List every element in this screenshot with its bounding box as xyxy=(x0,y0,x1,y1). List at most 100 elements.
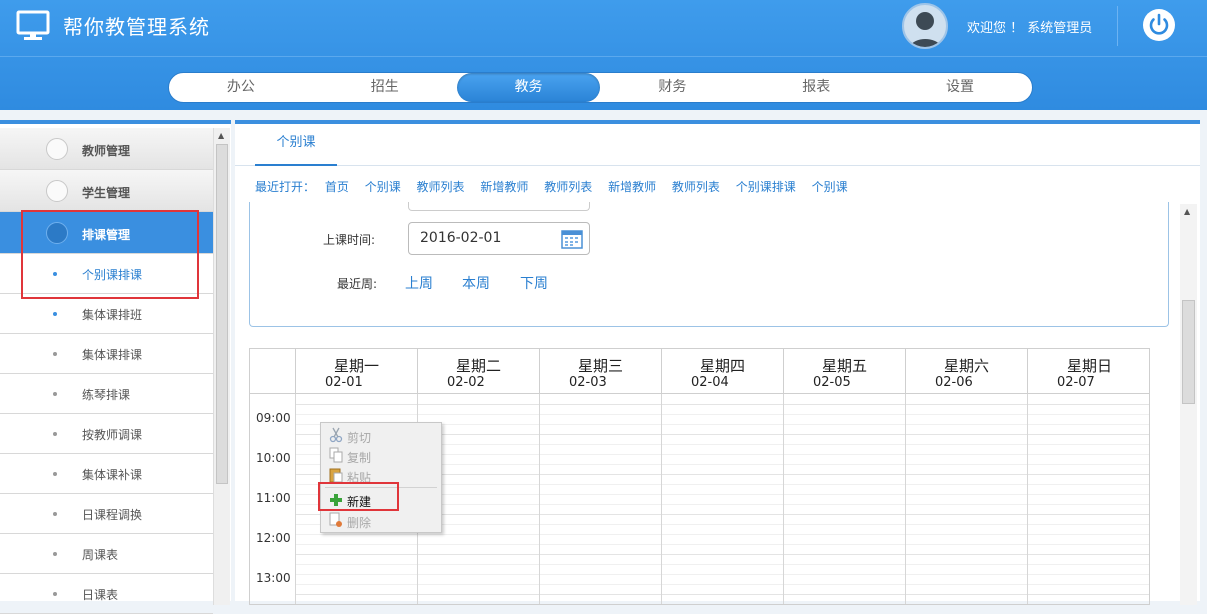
calendar-header: 星期一 02-01 星期二 02-02 星期三 02-03 星期四 02-04 … xyxy=(250,349,1149,394)
user-icon xyxy=(909,12,943,47)
sidebar-item-group-scheduling[interactable]: 集体课排课 xyxy=(0,334,213,374)
highlight-box xyxy=(21,210,199,299)
recent-link[interactable]: 教师列表 xyxy=(544,180,592,194)
bullet-icon xyxy=(53,512,57,516)
scroll-up-icon[interactable]: ▲ xyxy=(218,131,224,140)
column-line xyxy=(539,394,540,604)
menu-item-label: 删除 xyxy=(347,516,372,530)
filter-panel: 上课时间: 2016-02-01 最近周: 上周 本周 下周 xyxy=(249,202,1169,327)
recent-link[interactable]: 个别课 xyxy=(812,180,848,194)
grid-line xyxy=(296,594,1149,595)
recent-link[interactable]: 新增教师 xyxy=(608,180,656,194)
this-week-link[interactable]: 本周 xyxy=(462,273,490,293)
column-line xyxy=(295,394,296,604)
scroll-up-icon[interactable]: ▲ xyxy=(1184,207,1190,216)
recent-link[interactable]: 个别课排课 xyxy=(736,180,796,194)
nav-finance[interactable]: 财务 xyxy=(600,73,744,102)
sidebar-item-makeup-class[interactable]: 集体课补课 xyxy=(0,454,213,494)
day-name: 星期六 xyxy=(943,357,989,375)
sidebar-item-teacher-adjust[interactable]: 按教师调课 xyxy=(0,414,213,454)
tab-individual-class[interactable]: 个别课 xyxy=(255,128,337,166)
sidebar-scrollbar[interactable]: ▲ xyxy=(213,128,230,605)
day-header: 星期四 02-04 xyxy=(661,349,783,394)
bullet-icon xyxy=(53,352,57,356)
sidebar-group-teachers[interactable]: 教师管理 xyxy=(0,128,213,170)
time-label: 12:00 xyxy=(256,531,291,545)
recent-link[interactable]: 教师列表 xyxy=(672,180,720,194)
time-label: 09:00 xyxy=(256,411,291,425)
sidebar-item-daily-swap[interactable]: 日课程调换 xyxy=(0,494,213,534)
day-name: 星期日 xyxy=(1066,357,1112,375)
tab-bar: 个别课 xyxy=(235,128,1200,166)
nav-enrollment[interactable]: 招生 xyxy=(313,73,457,102)
time-label: 13:00 xyxy=(256,571,291,585)
sidebar-menu: 教师管理 学生管理 排课管理 个别课排课 集体课排班 集体课排课 练琴排课 按教… xyxy=(0,128,213,614)
copy-icon xyxy=(329,447,343,463)
sidebar-item-label: 练琴排课 xyxy=(82,388,131,402)
delete-icon xyxy=(329,512,342,527)
sidebar-item-label: 日课表 xyxy=(82,588,119,602)
sidebar-item-weekly-timetable[interactable]: 周课表 xyxy=(0,534,213,574)
day-header: 星期日 02-07 xyxy=(1027,349,1149,394)
bullet-icon xyxy=(53,592,57,596)
day-name: 星期一 xyxy=(333,357,379,375)
sidebar-item-group-class[interactable]: 集体课排班 xyxy=(0,294,213,334)
grid-line xyxy=(296,544,1149,545)
recent-link[interactable]: 新增教师 xyxy=(480,180,528,194)
day-date: 02-05 xyxy=(813,375,851,390)
sidebar-item-daily-timetable[interactable]: 日课表 xyxy=(0,574,213,614)
scrollbar-thumb[interactable] xyxy=(216,144,228,484)
week-label: 最近周: xyxy=(337,277,378,291)
main-scrollbar[interactable]: ▲ xyxy=(1180,204,1197,605)
column-line xyxy=(1027,394,1028,604)
sidebar: 教师管理 学生管理 排课管理 个别课排课 集体课排班 集体课排课 练琴排课 按教… xyxy=(0,120,231,614)
bullet-icon xyxy=(53,472,57,476)
sidebar-item-label: 集体课补课 xyxy=(82,468,143,482)
menu-item-label: 剪切 xyxy=(347,431,372,445)
recent-link[interactable]: 教师列表 xyxy=(417,180,465,194)
nav-office[interactable]: 办公 xyxy=(169,73,313,102)
avatar[interactable] xyxy=(902,3,948,49)
sidebar-item-label: 周课表 xyxy=(82,548,119,562)
grid-line xyxy=(296,534,1149,535)
time-label: 11:00 xyxy=(256,491,291,505)
grid-line xyxy=(296,554,1149,555)
logout-button[interactable] xyxy=(1143,9,1175,41)
date-value: 2016-02-01 xyxy=(420,230,502,246)
sidebar-item-label: 日课程调换 xyxy=(82,508,143,522)
recent-link[interactable]: 首页 xyxy=(325,180,349,194)
day-date: 02-02 xyxy=(447,375,485,390)
bullet-icon xyxy=(53,392,57,396)
sidebar-group-label: 教师管理 xyxy=(82,144,131,158)
day-date: 02-04 xyxy=(691,375,729,390)
nav-reports[interactable]: 报表 xyxy=(744,73,888,102)
sidebar-item-label: 按教师调课 xyxy=(82,428,143,442)
menu-item-label: 复制 xyxy=(347,451,372,465)
highlight-box xyxy=(318,482,399,511)
scrolled-field[interactable] xyxy=(408,202,590,211)
scissors-icon xyxy=(329,427,343,443)
day-header: 星期一 02-01 xyxy=(295,349,417,394)
prev-week-link[interactable]: 上周 xyxy=(405,273,433,293)
time-label: 10:00 xyxy=(256,451,291,465)
power-icon xyxy=(1149,13,1169,35)
sidebar-group-students[interactable]: 学生管理 xyxy=(0,170,213,212)
nav-academic[interactable]: 教务 xyxy=(456,73,601,102)
sidebar-item-practice-scheduling[interactable]: 练琴排课 xyxy=(0,374,213,414)
date-label: 上课时间: xyxy=(323,233,376,247)
paste-icon xyxy=(329,468,343,483)
recent-links: 最近打开： 首页 个别课 教师列表 新增教师 教师列表 新增教师 教师列表 个别… xyxy=(255,178,860,195)
date-input[interactable]: 2016-02-01 xyxy=(408,222,590,255)
day-name: 星期四 xyxy=(699,357,745,375)
day-date: 02-03 xyxy=(569,375,607,390)
calendar-icon[interactable] xyxy=(561,228,583,249)
grid-line xyxy=(296,584,1149,585)
recent-link[interactable]: 个别课 xyxy=(365,180,401,194)
scrollbar-thumb[interactable] xyxy=(1182,300,1195,404)
next-week-link[interactable]: 下周 xyxy=(520,273,548,293)
grid-line xyxy=(296,414,1149,415)
nav-settings[interactable]: 设置 xyxy=(888,73,1032,102)
sidebar-group-label: 学生管理 xyxy=(82,186,131,200)
day-header: 星期二 02-02 xyxy=(417,349,539,394)
day-date: 02-07 xyxy=(1057,375,1095,390)
